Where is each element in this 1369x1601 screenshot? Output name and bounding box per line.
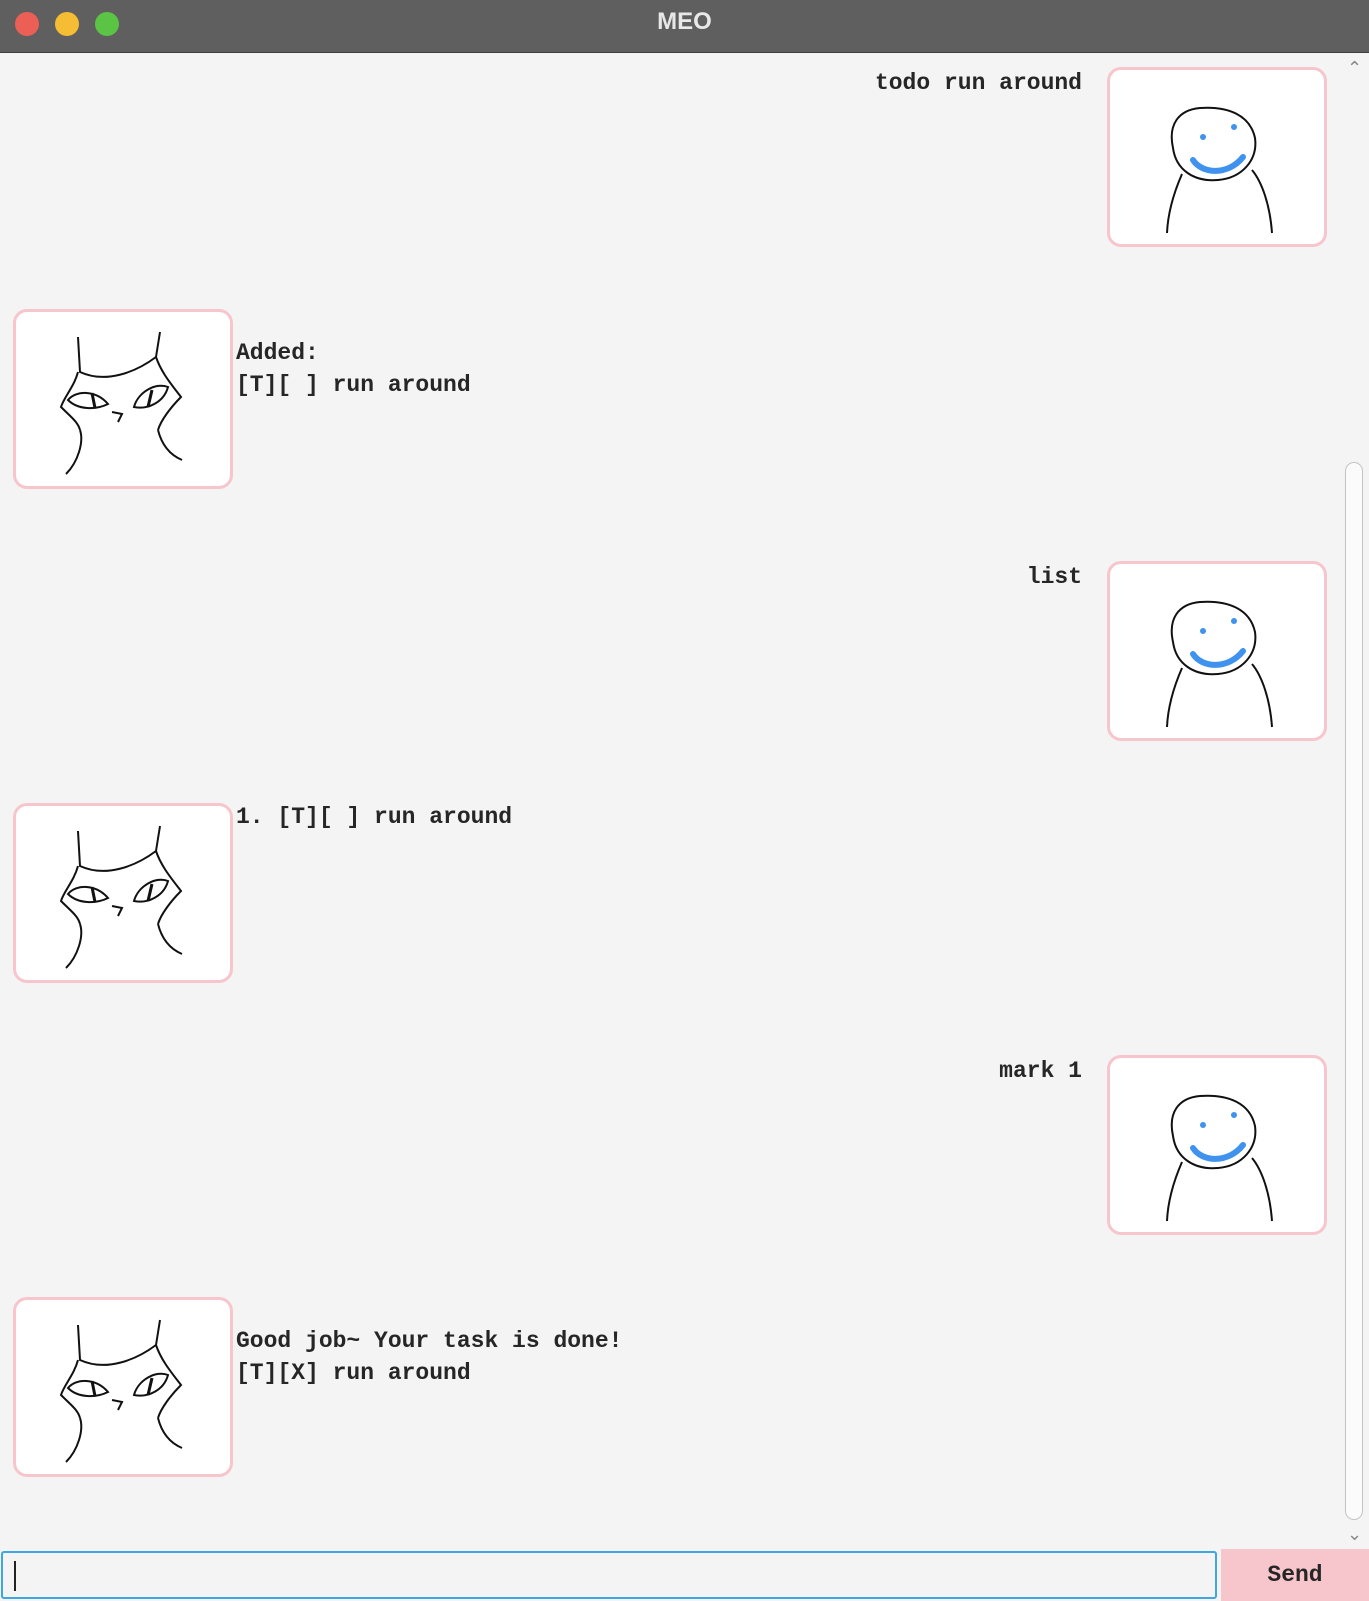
send-button[interactable]: Send [1221,1549,1369,1601]
user-avatar [1107,67,1327,247]
user-message: list [0,561,1340,741]
cat-face-icon [59,331,183,475]
bot-message: Added: [T][ ] run around [0,309,1340,499]
smiley-person-icon [1166,106,1273,234]
window-title: MEO [657,8,712,35]
bot-avatar [13,803,233,983]
bot-message-text: 1. [T][ ] run around [236,804,513,830]
smiley-person-icon [1166,1094,1273,1222]
scrollbar-thumb[interactable] [1345,462,1363,1520]
cat-face-icon [59,1319,183,1463]
user-message-text: todo run around [874,70,1082,96]
smiley-person-icon [1166,600,1273,728]
user-avatar [1107,561,1327,741]
chat-dialog-area: todo run around Added: [T][] run around… [0,53,1340,1549]
text-caret [14,1561,16,1591]
bot-avatar [13,1297,233,1477]
user-message: todo run around [0,67,1340,247]
user-message: mark 1 [0,1055,1340,1235]
bot-message: 1. [T][ ] run around [0,803,1340,993]
bot-message-text: Good job~ Your task is done! [T][X] run … [236,1328,623,1386]
user-message-text: list [1026,564,1082,590]
chat-scrollbar[interactable]: ⌃ ⌄ [1340,53,1369,1549]
scroll-up-arrow-icon[interactable]: ⌃ [1340,57,1369,79]
bot-avatar [13,309,233,489]
scroll-down-arrow-icon[interactable]: ⌄ [1340,1523,1369,1545]
message-input[interactable] [1,1551,1217,1599]
bot-message-text: Added: [T][ ] run around [236,340,471,398]
user-message-text: mark 1 [999,1058,1082,1084]
bot-message: Good job~ Your task is done! [T][X] run … [0,1297,1340,1487]
title-bar: MEO [0,0,1369,53]
cat-face-icon [59,825,183,969]
user-avatar [1107,1055,1327,1235]
input-bar: Send [0,1549,1369,1601]
